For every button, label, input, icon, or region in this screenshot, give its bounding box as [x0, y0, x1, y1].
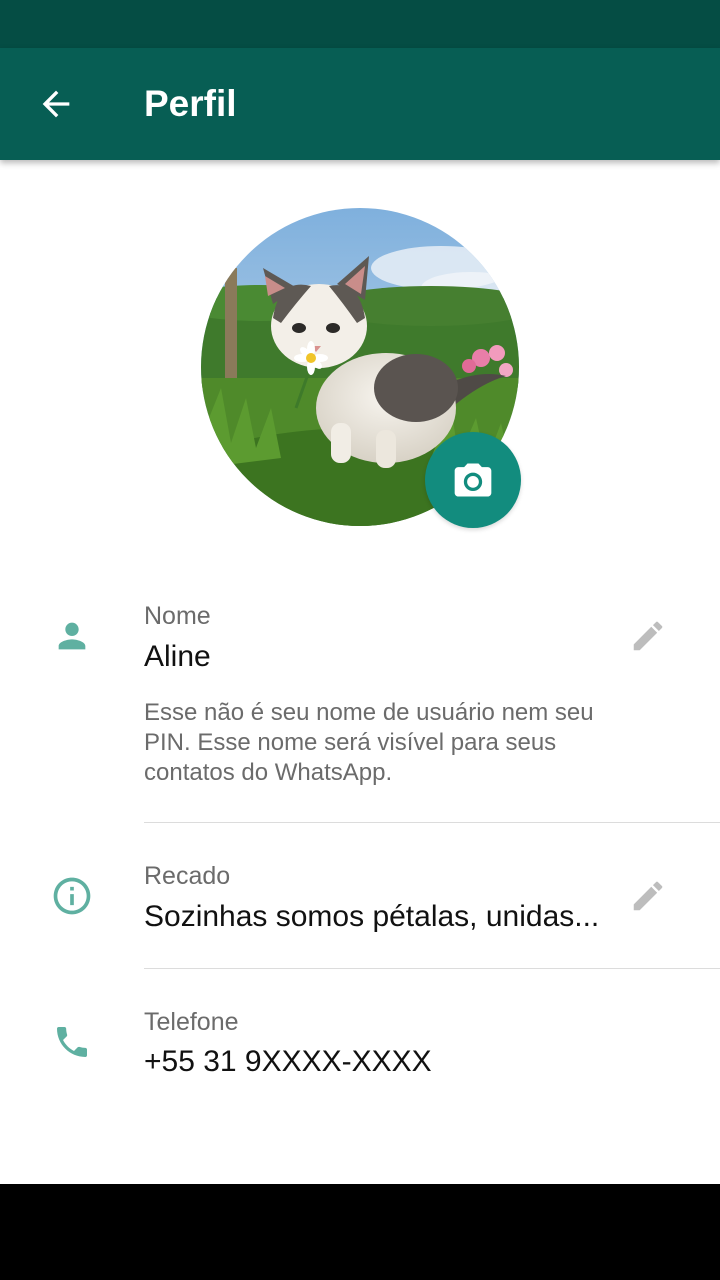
status-bar	[0, 0, 720, 48]
page-title: Perfil	[144, 83, 237, 124]
app-bar: Perfil	[0, 48, 720, 160]
phone-label: Telefone	[144, 1008, 239, 1036]
phone-icon	[48, 1018, 96, 1066]
edit-about-button[interactable]	[624, 872, 672, 920]
about-value[interactable]: Sozinhas somos pétalas, unidas...	[144, 898, 624, 936]
about-label: Recado	[144, 862, 231, 890]
arrow-back-icon	[42, 90, 70, 118]
change-photo-button[interactable]	[425, 432, 521, 528]
edit-name-button[interactable]	[624, 612, 672, 660]
divider	[144, 968, 720, 969]
pencil-icon	[633, 881, 663, 911]
name-label: Nome	[144, 602, 211, 630]
back-button[interactable]	[26, 74, 86, 134]
divider	[144, 822, 720, 823]
camera-icon	[454, 463, 492, 497]
person-icon	[48, 612, 96, 660]
name-helper-text: Esse não é seu nome de usuário nem seu P…	[144, 699, 594, 786]
avatar-container	[201, 208, 521, 528]
info-icon	[48, 872, 96, 920]
pencil-icon	[633, 621, 663, 651]
phone-value: +55 31 9XXXX-XXXX	[144, 1045, 432, 1078]
navigation-bar	[0, 1184, 720, 1280]
name-value[interactable]: Aline	[144, 638, 604, 676]
